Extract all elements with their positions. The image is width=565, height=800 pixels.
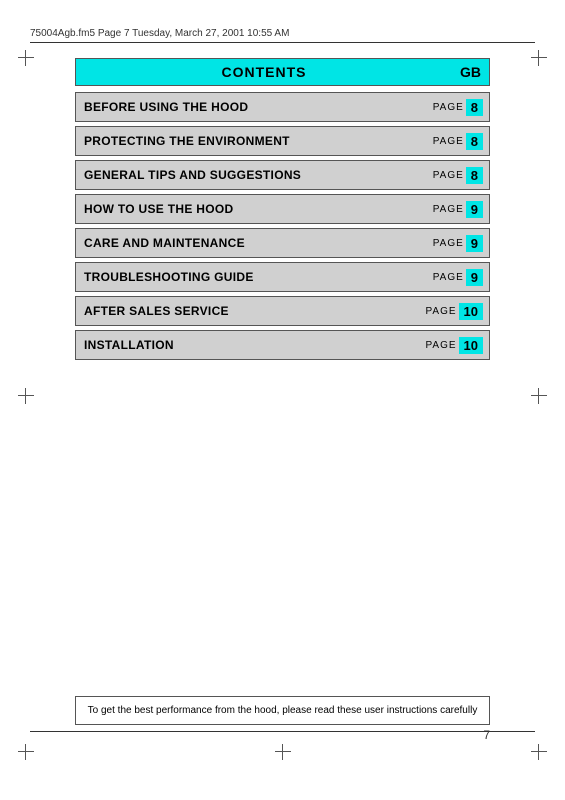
page-num: 10	[459, 337, 483, 354]
crosshair-middle-left	[18, 388, 34, 404]
toc-row: BEFORE USING THE HOODPAGE8	[75, 92, 490, 122]
crosshair-middle-right	[531, 388, 547, 404]
file-info: 75004Agb.fm5 Page 7 Tuesday, March 27, 2…	[30, 28, 289, 39]
toc-row-page: PAGE8	[433, 133, 489, 150]
crosshair-bottom-right	[531, 744, 547, 760]
page-num: 9	[466, 201, 483, 218]
bottom-note: To get the best performance from the hoo…	[75, 696, 490, 725]
toc-row: GENERAL TIPS AND SUGGESTIONSPAGE8	[75, 160, 490, 190]
toc-row-label: GENERAL TIPS AND SUGGESTIONS	[76, 168, 433, 182]
page-num: 10	[459, 303, 483, 320]
toc-row-page: PAGE9	[433, 269, 489, 286]
toc-row-label: HOW TO USE THE HOOD	[76, 202, 433, 216]
toc-row: INSTALLATIONPAGE10	[75, 330, 490, 360]
page-word: PAGE	[433, 102, 464, 113]
page-word: PAGE	[425, 340, 456, 351]
toc-row-page: PAGE8	[433, 99, 489, 116]
toc-row-page: PAGE9	[433, 235, 489, 252]
page-word: PAGE	[425, 306, 456, 317]
page-num: 8	[466, 99, 483, 116]
contents-title: CONTENTS	[75, 58, 453, 86]
header-bar: 75004Agb.fm5 Page 7 Tuesday, March 27, 2…	[30, 28, 535, 39]
toc-row: TROUBLESHOOTING GUIDEPAGE9	[75, 262, 490, 292]
page-word: PAGE	[433, 272, 464, 283]
page-num: 9	[466, 235, 483, 252]
toc-row-page: PAGE10	[425, 337, 489, 354]
page-word: PAGE	[433, 238, 464, 249]
crosshair-top-right	[531, 50, 547, 66]
contents-gb-label: GB	[452, 58, 490, 86]
page-number: 7	[483, 728, 490, 742]
page-container: 75004Agb.fm5 Page 7 Tuesday, March 27, 2…	[0, 0, 565, 800]
toc-rows: BEFORE USING THE HOODPAGE8PROTECTING THE…	[75, 92, 490, 360]
content-area: CONTENTS GB BEFORE USING THE HOODPAGE8PR…	[75, 58, 490, 364]
toc-row-label: TROUBLESHOOTING GUIDE	[76, 270, 433, 284]
header-line	[30, 42, 535, 43]
page-num: 8	[466, 133, 483, 150]
page-word: PAGE	[433, 170, 464, 181]
toc-row-label: PROTECTING THE ENVIRONMENT	[76, 134, 433, 148]
page-num: 8	[466, 167, 483, 184]
toc-row-page: PAGE9	[433, 201, 489, 218]
page-word: PAGE	[433, 136, 464, 147]
toc-row-label: INSTALLATION	[76, 338, 425, 352]
toc-row-page: PAGE8	[433, 167, 489, 184]
toc-row-label: AFTER SALES SERVICE	[76, 304, 425, 318]
crosshair-top-left	[18, 50, 34, 66]
toc-row-page: PAGE10	[425, 303, 489, 320]
toc-row: CARE AND MAINTENANCEPAGE9	[75, 228, 490, 258]
contents-title-row: CONTENTS GB	[75, 58, 490, 86]
bottom-line	[30, 731, 535, 732]
page-word: PAGE	[433, 204, 464, 215]
toc-row: PROTECTING THE ENVIRONMENTPAGE8	[75, 126, 490, 156]
crosshair-bottom-middle	[275, 744, 291, 760]
bottom-note-text: To get the best performance from the hoo…	[88, 705, 478, 716]
toc-row-label: CARE AND MAINTENANCE	[76, 236, 433, 250]
toc-row: AFTER SALES SERVICEPAGE10	[75, 296, 490, 326]
page-num: 9	[466, 269, 483, 286]
crosshair-bottom-left	[18, 744, 34, 760]
toc-row-label: BEFORE USING THE HOOD	[76, 100, 433, 114]
toc-row: HOW TO USE THE HOODPAGE9	[75, 194, 490, 224]
